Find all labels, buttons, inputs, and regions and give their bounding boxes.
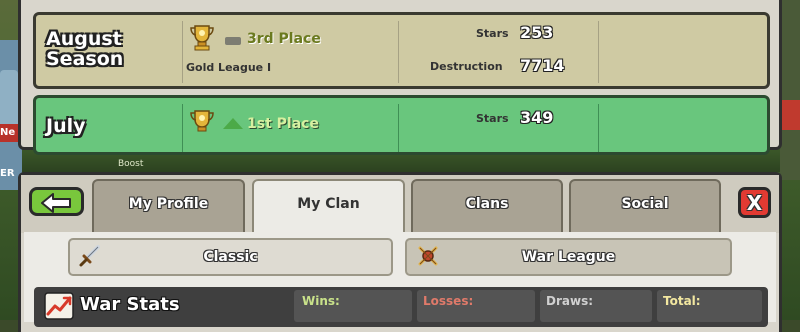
divider (598, 104, 599, 152)
war-league-button[interactable]: War League (405, 238, 732, 276)
divider (398, 21, 399, 83)
background-label: ER (0, 168, 15, 179)
gold-league-trophy-icon (190, 110, 214, 132)
stars-label: Stars (476, 27, 509, 40)
tab-my-clan[interactable]: My Clan (252, 179, 405, 233)
gold-league-trophy-icon (190, 25, 214, 51)
back-button[interactable] (29, 187, 84, 216)
crossed-swords-icon (418, 246, 438, 266)
close-button[interactable]: X (738, 187, 771, 218)
draws-cell: Draws: (540, 290, 652, 322)
tab-clans[interactable]: Clans (411, 179, 563, 233)
tab-my-profile[interactable]: My Profile (92, 179, 245, 233)
background-boost-label: Boost (118, 159, 144, 169)
total-cell: Total: (657, 290, 762, 322)
rank-up-icon (223, 118, 243, 129)
background-badge: Ne (0, 124, 20, 142)
stars-label: Stars (476, 112, 509, 125)
season-place: 1st Place (247, 116, 319, 132)
divider (182, 21, 183, 83)
total-label: Total: (663, 294, 701, 308)
destruction-label: Destruction (430, 60, 503, 73)
sword-icon (79, 245, 100, 267)
war-stats-title: War Stats (80, 294, 180, 315)
losses-cell: Losses: (417, 290, 535, 322)
divider (598, 21, 599, 83)
divider (398, 104, 399, 152)
losses-label: Losses: (423, 294, 474, 308)
background-roof (782, 100, 800, 130)
no-change-icon (225, 37, 241, 45)
season-league: Gold League I (186, 61, 272, 74)
stars-value: 253 (520, 23, 554, 42)
wins-label: Wins: (302, 294, 340, 308)
tab-social[interactable]: Social (569, 179, 721, 233)
season-month-line1: August (46, 28, 122, 50)
destruction-value: 7714 (520, 56, 565, 75)
classic-war-button[interactable]: Classic (68, 238, 393, 276)
season-month: July (46, 115, 86, 137)
background-edge (780, 0, 800, 180)
draws-label: Draws: (546, 294, 594, 308)
wins-cell: Wins: (294, 290, 412, 322)
trending-chart-icon (44, 292, 74, 320)
arrow-left-icon (41, 193, 71, 213)
season-card-august[interactable]: August Season 3rd Place Gold League I St… (33, 12, 770, 89)
season-place: 3rd Place (247, 31, 321, 47)
stars-value: 349 (520, 108, 554, 127)
divider (182, 104, 183, 152)
season-month-line2: Season (46, 48, 124, 70)
season-card-july[interactable]: July 1st Place Stars 349 (33, 95, 770, 155)
season-month: August Season (46, 29, 123, 69)
